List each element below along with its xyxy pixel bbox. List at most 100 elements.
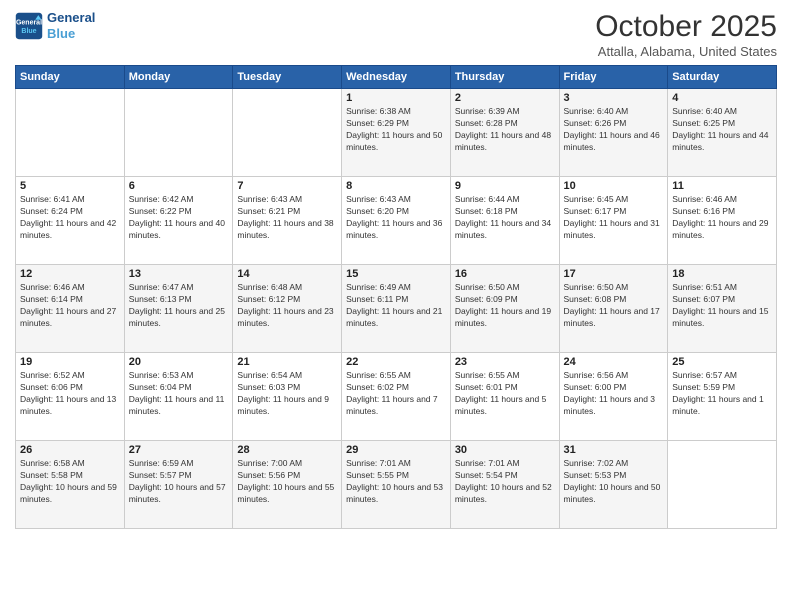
logo-line2: Blue — [47, 26, 95, 42]
header-monday: Monday — [124, 66, 233, 89]
location: Attalla, Alabama, United States — [595, 44, 777, 59]
day-number: 15 — [346, 268, 446, 280]
calendar-day-cell: 2 Sunrise: 6:39 AM Sunset: 6:28 PM Daylig… — [450, 89, 559, 177]
day-info: Sunrise: 6:55 AM Sunset: 6:02 PM Dayligh… — [346, 370, 446, 418]
calendar-day-cell: 5Sunrise: 6:41 AM Sunset: 6:24 PM Daylig… — [16, 177, 125, 265]
day-number: 22 — [346, 356, 446, 368]
header: General Blue General Blue October 2025 A… — [15, 10, 777, 59]
day-number: 16 — [455, 268, 555, 280]
calendar-day-cell: 9Sunrise: 6:44 AM Sunset: 6:18 PM Daylig… — [450, 177, 559, 265]
calendar-day-cell: 21 Sunrise: 6:54 AM Sunset: 6:03 PM Dayli… — [233, 353, 342, 441]
calendar-day-cell: 1Sunrise: 6:38 AM Sunset: 6:29 PM Daylig… — [342, 89, 451, 177]
day-info: Sunrise: 6:58 AM Sunset: 5:58 PM Dayligh… — [20, 458, 120, 506]
day-number: 10 — [564, 180, 664, 192]
day-number: 5 — [20, 180, 120, 192]
month-title: October 2025 — [595, 10, 777, 44]
day-info: Sunrise: 6:53 AM Sunset: 6:04 PM Dayligh… — [129, 370, 229, 418]
calendar-day-cell: 19Sunrise: 6:52 AM Sunset: 6:06 PM Dayli… — [16, 353, 125, 441]
logo-text: General Blue — [47, 10, 95, 41]
calendar-day-cell — [124, 89, 233, 177]
day-info: Sunrise: 6:43 AM Sunset: 6:21 PM Dayligh… — [237, 194, 337, 242]
weekday-header-row: Sunday Monday Tuesday Wednesday Thursday… — [16, 66, 777, 89]
calendar-day-cell: 16 Sunrise: 6:50 AM Sunset: 6:09 PM Dayli… — [450, 265, 559, 353]
day-info: Sunrise: 7:00 AM Sunset: 5:56 PM Dayligh… — [237, 458, 337, 506]
day-info: Sunrise: 6:46 AM Sunset: 6:14 PM Dayligh… — [20, 282, 120, 330]
day-info: Sunrise: 6:40 AM Sunset: 6:25 PM Dayligh… — [672, 106, 772, 154]
day-info: Sunrise: 6:52 AM Sunset: 6:06 PM Dayligh… — [20, 370, 120, 418]
day-number: 26 — [20, 444, 120, 456]
day-info: Sunrise: 6:39 AM Sunset: 6:28 PM Dayligh… — [455, 106, 555, 154]
day-number: 18 — [672, 268, 772, 280]
day-number: 21 — [237, 356, 337, 368]
calendar-day-cell: 11 Sunrise: 6:46 AM Sunset: 6:16 PM Dayli… — [668, 177, 777, 265]
day-info: Sunrise: 6:40 AM Sunset: 6:26 PM Dayligh… — [564, 106, 664, 154]
day-info: Sunrise: 6:43 AM Sunset: 6:20 PM Dayligh… — [346, 194, 446, 242]
day-number: 17 — [564, 268, 664, 280]
day-number: 31 — [564, 444, 664, 456]
svg-text:General: General — [16, 19, 42, 26]
calendar-day-cell — [16, 89, 125, 177]
day-info: Sunrise: 6:42 AM Sunset: 6:22 PM Dayligh… — [129, 194, 229, 242]
day-info: Sunrise: 7:01 AM Sunset: 5:54 PM Dayligh… — [455, 458, 555, 506]
calendar-day-cell: 17 Sunrise: 6:50 AM Sunset: 6:08 PM Dayli… — [559, 265, 668, 353]
day-info: Sunrise: 6:46 AM Sunset: 6:16 PM Dayligh… — [672, 194, 772, 242]
day-number: 14 — [237, 268, 337, 280]
day-info: Sunrise: 6:59 AM Sunset: 5:57 PM Dayligh… — [129, 458, 229, 506]
calendar-day-cell: 28Sunrise: 7:00 AM Sunset: 5:56 PM Dayli… — [233, 441, 342, 529]
day-info: Sunrise: 6:49 AM Sunset: 6:11 PM Dayligh… — [346, 282, 446, 330]
day-number: 6 — [129, 180, 229, 192]
day-number: 7 — [237, 180, 337, 192]
calendar-day-cell: 12 Sunrise: 6:46 AM Sunset: 6:14 PM Dayli… — [16, 265, 125, 353]
day-info: Sunrise: 6:50 AM Sunset: 6:09 PM Dayligh… — [455, 282, 555, 330]
page-container: General Blue General Blue October 2025 A… — [0, 0, 792, 539]
day-info: Sunrise: 6:54 AM Sunset: 6:03 PM Dayligh… — [237, 370, 337, 418]
day-info: Sunrise: 7:02 AM Sunset: 5:53 PM Dayligh… — [564, 458, 664, 506]
calendar-day-cell: 8Sunrise: 6:43 AM Sunset: 6:20 PM Daylig… — [342, 177, 451, 265]
day-number: 1 — [346, 92, 446, 104]
calendar-day-cell: 27Sunrise: 6:59 AM Sunset: 5:57 PM Dayli… — [124, 441, 233, 529]
calendar-day-cell: 29Sunrise: 7:01 AM Sunset: 5:55 PM Dayli… — [342, 441, 451, 529]
calendar-week-row: 12 Sunrise: 6:46 AM Sunset: 6:14 PM Dayli… — [16, 265, 777, 353]
calendar-day-cell: 6 Sunrise: 6:42 AM Sunset: 6:22 PM Daylig… — [124, 177, 233, 265]
day-info: Sunrise: 6:45 AM Sunset: 6:17 PM Dayligh… — [564, 194, 664, 242]
day-number: 12 — [20, 268, 120, 280]
day-info: Sunrise: 6:48 AM Sunset: 6:12 PM Dayligh… — [237, 282, 337, 330]
calendar-week-row: 1Sunrise: 6:38 AM Sunset: 6:29 PM Daylig… — [16, 89, 777, 177]
calendar-day-cell: 30 Sunrise: 7:01 AM Sunset: 5:54 PM Dayli… — [450, 441, 559, 529]
day-info: Sunrise: 6:47 AM Sunset: 6:13 PM Dayligh… — [129, 282, 229, 330]
calendar-week-row: 19Sunrise: 6:52 AM Sunset: 6:06 PM Dayli… — [16, 353, 777, 441]
calendar-day-cell: 3Sunrise: 6:40 AM Sunset: 6:26 PM Daylig… — [559, 89, 668, 177]
calendar-day-cell: 14 Sunrise: 6:48 AM Sunset: 6:12 PM Dayli… — [233, 265, 342, 353]
day-info: Sunrise: 6:55 AM Sunset: 6:01 PM Dayligh… — [455, 370, 555, 418]
calendar-day-cell: 22 Sunrise: 6:55 AM Sunset: 6:02 PM Dayli… — [342, 353, 451, 441]
day-number: 9 — [455, 180, 555, 192]
calendar-day-cell: 15 Sunrise: 6:49 AM Sunset: 6:11 PM Dayli… — [342, 265, 451, 353]
day-number: 2 — [455, 92, 555, 104]
title-block: October 2025 Attalla, Alabama, United St… — [595, 10, 777, 59]
logo-icon: General Blue — [15, 12, 43, 40]
calendar-day-cell: 7 Sunrise: 6:43 AM Sunset: 6:21 PM Daylig… — [233, 177, 342, 265]
calendar-day-cell — [668, 441, 777, 529]
day-number: 25 — [672, 356, 772, 368]
calendar-day-cell: 10 Sunrise: 6:45 AM Sunset: 6:17 PM Dayli… — [559, 177, 668, 265]
day-info: Sunrise: 6:50 AM Sunset: 6:08 PM Dayligh… — [564, 282, 664, 330]
calendar-table: Sunday Monday Tuesday Wednesday Thursday… — [15, 65, 777, 529]
logo-line1: General — [47, 10, 95, 26]
day-info: Sunrise: 6:51 AM Sunset: 6:07 PM Dayligh… — [672, 282, 772, 330]
header-wednesday: Wednesday — [342, 66, 451, 89]
day-number: 29 — [346, 444, 446, 456]
day-number: 4 — [672, 92, 772, 104]
calendar-day-cell: 20Sunrise: 6:53 AM Sunset: 6:04 PM Dayli… — [124, 353, 233, 441]
calendar-day-cell — [233, 89, 342, 177]
header-friday: Friday — [559, 66, 668, 89]
calendar-week-row: 5Sunrise: 6:41 AM Sunset: 6:24 PM Daylig… — [16, 177, 777, 265]
day-number: 23 — [455, 356, 555, 368]
calendar-day-cell: 4 Sunrise: 6:40 AM Sunset: 6:25 PM Daylig… — [668, 89, 777, 177]
day-number: 30 — [455, 444, 555, 456]
day-number: 13 — [129, 268, 229, 280]
calendar-day-cell: 23 Sunrise: 6:55 AM Sunset: 6:01 PM Dayli… — [450, 353, 559, 441]
calendar-day-cell: 24Sunrise: 6:56 AM Sunset: 6:00 PM Dayli… — [559, 353, 668, 441]
header-thursday: Thursday — [450, 66, 559, 89]
day-number: 11 — [672, 180, 772, 192]
calendar-day-cell: 18 Sunrise: 6:51 AM Sunset: 6:07 PM Dayli… — [668, 265, 777, 353]
